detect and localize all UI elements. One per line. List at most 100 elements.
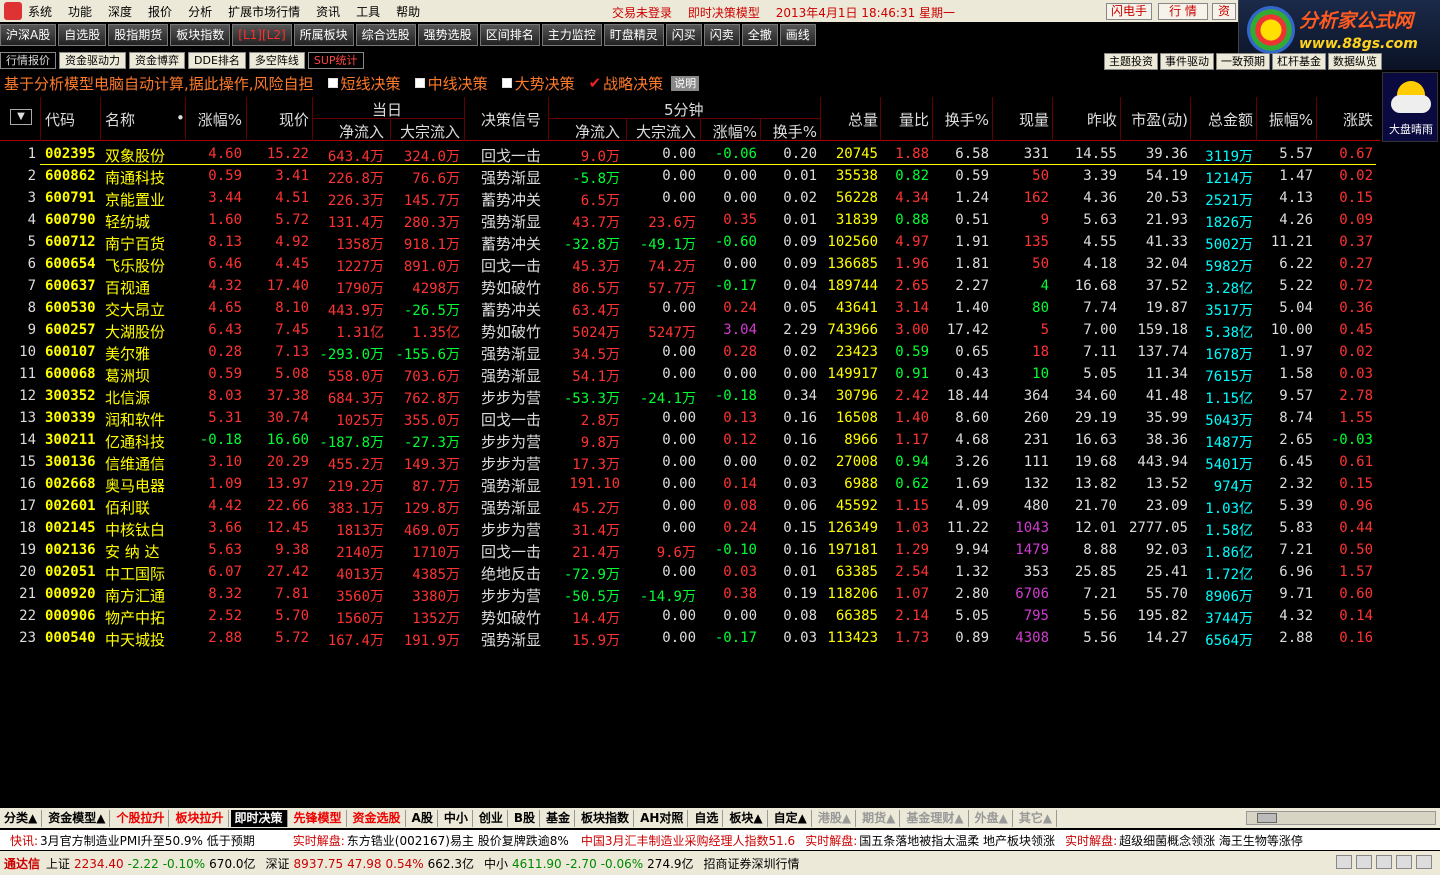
horizontal-scrollbar[interactable] [1246, 811, 1436, 825]
table-row[interactable]: 15 300136 信维通信 3.10 20.29 455.2万 149.3万 步步为营 17.… [0, 451, 1380, 473]
status-icon-4[interactable] [1396, 855, 1412, 869]
toolbar-range-rank[interactable]: 区间排名 [479, 24, 540, 46]
col-volume[interactable]: 总量 [823, 109, 878, 130]
checkmark-icon[interactable]: ✔ [589, 74, 602, 92]
menu-item-analysis[interactable]: 分析 [188, 3, 212, 20]
menu-item-system[interactable]: 系统 [28, 3, 52, 20]
bottom-tab[interactable]: 创业 [475, 809, 508, 827]
col-change-5m[interactable]: 涨幅% [700, 121, 757, 142]
table-row[interactable]: 5 600712 南宁百货 8.13 4.92 1358万 918.1万 蓄势冲关 -32.8万… [0, 231, 1380, 253]
menu-item-help[interactable]: 帮助 [396, 3, 420, 20]
table-row[interactable]: 14 300211 亿通科技 -0.18 16.60 -187.8万 -27.3万 步步为营 9… [0, 429, 1380, 451]
tab-fund-game[interactable]: 资金博弈 [129, 52, 185, 69]
bottom-tab[interactable]: AH对照 [636, 809, 689, 827]
tab-consensus[interactable]: 一致预期 [1216, 53, 1270, 70]
col-current-vol[interactable]: 现量 [996, 109, 1049, 130]
news-ticker[interactable]: 快讯: 3月官方制造业PMI升至50.9% 低于预期 实时解盘: 东方锆业(00216… [0, 830, 1440, 850]
toolbar-sector-index[interactable]: 板块指数 [170, 24, 231, 46]
tab-long-short[interactable]: 多空阵线 [248, 52, 305, 69]
menu-item-quote[interactable]: 报价 [148, 3, 172, 20]
table-row[interactable]: 8 600530 交大昂立 4.65 8.10 443.9万 -26.5万 蓄势冲关 63.4万… [0, 297, 1380, 319]
col-price[interactable]: 现价 [250, 109, 309, 130]
menu-item-function[interactable]: 功能 [68, 3, 92, 20]
col-turnover[interactable]: 换手% [935, 109, 989, 130]
bottom-tab[interactable]: 基金 [542, 809, 576, 827]
table-row[interactable]: 13 300339 润和软件 5.31 30.74 1025万 355.0万 回戈一击 2.8万… [0, 407, 1380, 429]
table-row[interactable]: 20 002051 中工国际 6.07 27.42 4013万 4385万 绝地反击 -72.9… [0, 561, 1380, 583]
checkbox-icon[interactable] [327, 78, 338, 88]
col-code[interactable]: 代码 [45, 109, 75, 130]
toolbar-composite-pick[interactable]: 综合选股 [355, 24, 416, 46]
table-row[interactable]: 9 600257 大湖股份 6.43 7.45 1.31亿 1.35亿 势如破竹 5024万 52… [0, 319, 1380, 341]
table-row[interactable]: 12 300352 北信源 8.03 37.38 684.3万 762.8万 步步为营 -53.… [0, 385, 1380, 407]
toolbar-draw-line[interactable]: 画线 [779, 24, 816, 46]
table-row[interactable]: 18 002145 中核钛白 3.66 12.45 1813万 469.0万 步步为营 31.4… [0, 517, 1380, 539]
menu-item-extended-market[interactable]: 扩展市场行情 [228, 3, 300, 20]
col-net-inflow-5m[interactable]: 净流入 [550, 121, 620, 142]
col-block-inflow[interactable]: 大宗流入 [388, 121, 460, 142]
col-net-inflow[interactable]: 净流入 [312, 121, 384, 142]
quote-button[interactable]: 行 情 [1158, 3, 1208, 20]
col-block-inflow-5m[interactable]: 大宗流入 [628, 121, 696, 142]
col-change-pct[interactable]: 涨幅% [190, 109, 242, 130]
bottom-tab[interactable]: A股 [408, 809, 438, 827]
bottom-tab[interactable]: 外盘▲ [971, 809, 1013, 827]
table-row[interactable]: 11 600068 葛洲坝 0.59 5.08 558.0万 703.6万 强势渐显 54.1万… [0, 363, 1380, 385]
bottom-tab[interactable]: 先锋模型 [290, 809, 347, 827]
index-sz[interactable]: 深证 8937.75 47.98 0.54% 662.3亿 [266, 855, 474, 872]
checkbox-icon[interactable] [414, 78, 425, 88]
bottom-tab[interactable]: B股 [510, 809, 541, 827]
tab-quotes[interactable]: 行情报价 [0, 52, 56, 69]
sort-dropdown-icon[interactable]: ▼ [10, 109, 32, 125]
checkbox-icon[interactable] [501, 78, 512, 88]
tab-leveraged-fund[interactable]: 杠杆基金 [1272, 53, 1326, 70]
ticker-item[interactable]: 中国3月汇丰制造业采购经理人指数51.6 [579, 832, 795, 849]
tab-theme-invest[interactable]: 主题投资 [1104, 53, 1158, 70]
toolbar-strong-pick[interactable]: 强势选股 [417, 24, 478, 46]
toolbar-watch-sprite[interactable]: 盯盘精灵 [603, 24, 664, 46]
bottom-tab[interactable]: 资金模型▲ [44, 809, 111, 827]
toolbar-main-monitor[interactable]: 主力监控 [541, 24, 602, 46]
col-name[interactable]: 名称 [105, 109, 135, 130]
bottom-tab[interactable]: 即时决策 [230, 809, 288, 827]
toolbar-owning-sector[interactable]: 所属板块 [293, 24, 354, 46]
toolbar-cancel-all[interactable]: 全撤 [741, 24, 778, 46]
bottom-tab[interactable]: 自选 [690, 809, 724, 827]
table-row[interactable]: 3 600791 京能置业 3.44 4.51 226.3万 145.7万 蓄势冲关 6.5万 0… [0, 187, 1380, 209]
info-button[interactable]: 资 [1212, 3, 1236, 20]
col-amplitude[interactable]: 振幅% [1260, 109, 1313, 130]
option-strategic[interactable]: ✔ 战略决策 [589, 73, 664, 94]
status-icon-1[interactable] [1336, 855, 1352, 869]
tab-event-driven[interactable]: 事件驱动 [1160, 53, 1214, 70]
tab-fund-drive[interactable]: 资金驱动力 [59, 52, 126, 69]
col-turnover-5m[interactable]: 换手% [763, 121, 817, 142]
col-change[interactable]: 涨跌 [1318, 109, 1373, 130]
col-volume-ratio[interactable]: 量比 [882, 109, 929, 130]
bottom-tab[interactable]: 板块拉升 [171, 809, 229, 827]
table-row[interactable]: 2 600862 南通科技 0.59 3.41 226.8万 76.6万 强势渐显 -5.8万 0… [0, 165, 1380, 187]
bottom-tab[interactable]: 中小 [440, 809, 473, 827]
table-row[interactable]: 19 002136 安 纳 达 5.63 9.38 2140万 1710万 回戈一击 21.4万… [0, 539, 1380, 561]
col-signal[interactable]: 决策信号 [481, 109, 541, 130]
table-row[interactable]: 22 000906 物产中拓 2.52 5.70 1560万 1352万 势如破竹 14.4万 0… [0, 605, 1380, 627]
toolbar-watchlist[interactable]: 自选股 [58, 24, 107, 46]
bottom-tab[interactable]: 其它▲ [1015, 809, 1058, 827]
menu-item-news[interactable]: 资讯 [316, 3, 340, 20]
table-row[interactable]: 6 600654 飞乐股份 6.46 4.45 1227万 891.0万 回戈一击 45.3万 7… [0, 253, 1380, 275]
table-row[interactable]: 1 002395 双象股份 4.60 15.22 643.4万 324.0万 回戈一击 9.0万… [0, 143, 1380, 165]
table-row[interactable]: 7 600637 百视通 4.32 17.40 1790万 4298万 势如破竹 86.5万 57… [0, 275, 1380, 297]
table-row[interactable]: 10 600107 美尔雅 0.28 7.13 -293.0万 -155.6万 强势渐显 34.… [0, 341, 1380, 363]
explain-button[interactable]: 说明 [671, 75, 700, 91]
option-trend[interactable]: 大势决策 [501, 73, 575, 94]
index-sh[interactable]: 上证 2234.40 -2.22 -0.10% 670.0亿 [46, 855, 256, 872]
col-pe[interactable]: 市盈(动) [1122, 109, 1188, 130]
bottom-tab[interactable]: 板块指数 [577, 809, 635, 827]
tab-data-overview[interactable]: 数据纵览 [1328, 53, 1382, 70]
status-icon-5[interactable] [1416, 855, 1432, 869]
option-short-term[interactable]: 短线决策 [327, 73, 401, 94]
toolbar-l1-l2[interactable]: [L1][L2] [232, 24, 292, 46]
bottom-tab[interactable]: 期货▲ [858, 809, 901, 827]
table-row[interactable]: 17 002601 佰利联 4.42 22.66 383.1万 129.8万 强势渐显 45.2… [0, 495, 1380, 517]
bottom-tab[interactable]: 港股▲ [814, 809, 857, 827]
tab-dde-rank[interactable]: DDE排名 [188, 52, 246, 69]
